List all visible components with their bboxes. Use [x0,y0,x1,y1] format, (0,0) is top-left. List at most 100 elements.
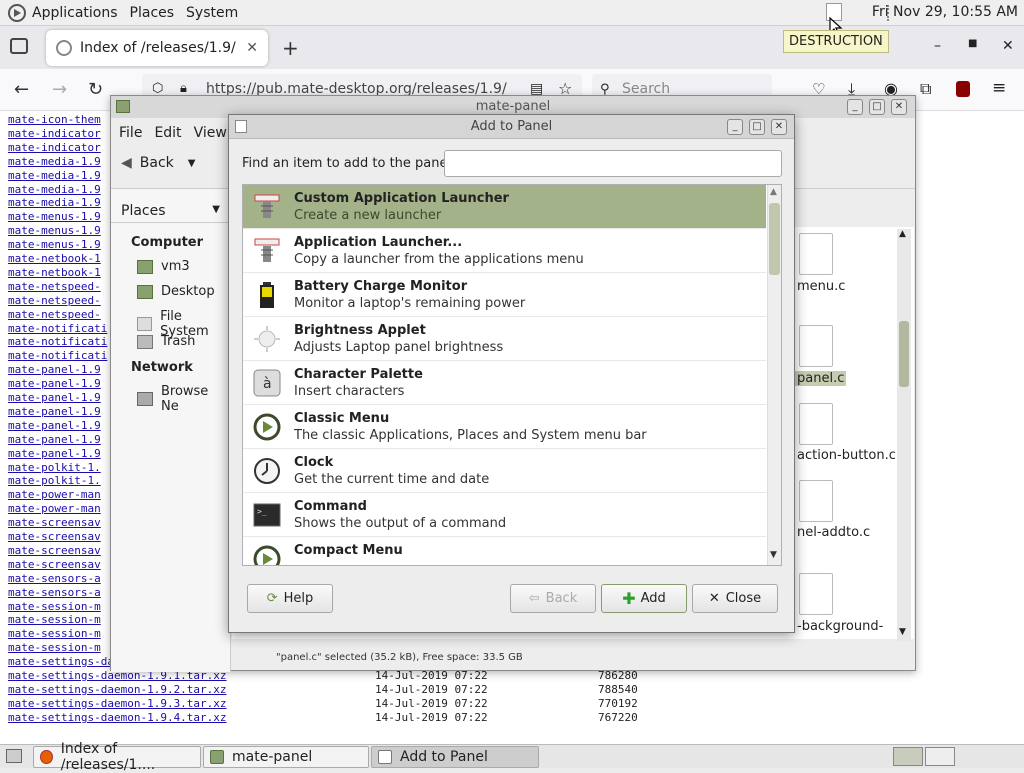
listing-link[interactable]: mate-session-m [8,600,101,613]
listing-link[interactable]: mate-panel-1.9 [8,405,101,418]
listing-link[interactable]: mate-panel-1.9 [8,419,101,432]
listing-link[interactable]: mate-menus-1.9 [8,238,101,251]
minimize-icon[interactable]: – [934,38,941,54]
listing-link[interactable]: mate-session-m [8,641,101,654]
listing-link[interactable]: mate-panel-1.9 [8,363,101,376]
close-window-icon[interactable]: ✕ [1002,38,1014,54]
file-name[interactable]: -background- [797,619,883,634]
menu-file[interactable]: File [119,125,142,141]
listing-link[interactable]: mate-media-1.9 [8,183,101,196]
forward-arrow-icon[interactable]: → [52,79,67,100]
listing-link[interactable]: mate-polkit-1. [8,474,101,487]
sidebar-selector[interactable]: Places ▼ [111,197,230,223]
applet-list-item[interactable]: Application Launcher... Copy a launcher f… [243,229,766,273]
clock[interactable]: Fri Nov 29, 10:55 AM [872,4,1018,20]
listing-link[interactable]: mate-settings-daemon-1.9.4.tar.xz [8,711,227,724]
dialog-minimize-icon[interactable]: _ [727,119,743,135]
listing-link[interactable]: mate-session-m [8,613,101,626]
help-button[interactable]: ⟳ Help [247,584,333,613]
listing-link[interactable]: mate-screensav [8,530,101,543]
listing-link[interactable]: mate-netspeed- [8,280,101,293]
shield-icon[interactable]: ⬡ [152,81,163,96]
scroll-up-icon[interactable]: ▲ [770,187,777,197]
task-browser[interactable]: Index of /releases/1.... [33,741,201,773]
menu-edit[interactable]: Edit [154,125,181,141]
menu-view[interactable]: View [194,125,227,141]
dialog-title[interactable]: Add to Panel [229,115,794,139]
dialog-maximize-icon[interactable]: □ [749,119,765,135]
applet-list-item[interactable]: Compact Menu [243,537,766,565]
applet-list-item[interactable]: Custom Application Launcher Create a new … [243,185,766,229]
file-icon[interactable] [799,573,833,615]
sidebar-item-desktop[interactable]: Desktop [137,284,215,299]
listing-link[interactable]: mate-power-man [8,488,101,501]
add-button[interactable]: ✚ Add [601,584,687,613]
file-name[interactable]: nel-addto.c [797,525,870,540]
ublock-icon[interactable] [956,81,970,97]
tab-overview-icon[interactable] [10,38,28,54]
listing-link[interactable]: mate-icon-them [8,113,101,126]
caja-scrollbar[interactable]: ▲ ▼ [897,229,911,641]
lock-icon[interactable]: 🔒︎ [180,81,187,96]
listing-link[interactable]: mate-sensors-a [8,586,101,599]
sidebar-item-trash[interactable]: Trash [137,334,195,349]
caja-maximize-icon[interactable]: □ [869,99,885,115]
file-icon[interactable] [799,233,833,275]
menu-system[interactable]: System [186,5,246,21]
listing-link[interactable]: mate-session-m [8,627,101,640]
task-file-manager[interactable]: mate-panel [203,746,369,768]
listing-link[interactable]: mate-media-1.9 [8,169,101,182]
applet-list-item[interactable]: Classic Menu The classic Applications, Pl… [243,405,766,449]
file-name[interactable]: action-button.c [797,448,896,463]
scroll-thumb[interactable] [769,203,780,275]
file-name-selected[interactable]: panel.c [795,371,847,386]
listing-link[interactable]: mate-panel-1.9 [8,447,101,460]
hamburger-menu-icon[interactable]: ≡ [992,78,1006,98]
back-button[interactable]: ⇦ Back [510,584,596,613]
listing-link[interactable]: mate-netbook-1 [8,266,101,279]
workspace-switcher[interactable] [893,747,923,766]
dialog-close-icon[interactable]: ✕ [771,119,787,135]
listing-link[interactable]: mate-panel-1.9 [8,377,101,390]
listing-link[interactable]: mate-media-1.9 [8,196,101,209]
listing-link[interactable]: mate-settings-daemon-1.9.3.tar.xz [8,697,227,710]
sidebar-item-vm3[interactable]: vm3 [137,259,190,274]
menu-applications[interactable]: Applications [32,5,126,21]
applet-list-item[interactable]: >_ Command Shows the output of a command [243,493,766,537]
caja-minimize-icon[interactable]: _ [847,99,863,115]
listing-link[interactable]: mate-menus-1.9 [8,210,101,223]
show-desktop-icon[interactable] [6,749,22,763]
caja-close-icon[interactable]: ✕ [891,99,907,115]
close-button[interactable]: ✕ Close [692,584,778,613]
task-add-to-panel[interactable]: Add to Panel [371,746,539,768]
listing-link[interactable]: mate-notificati [8,322,107,335]
listing-link[interactable]: mate-polkit-1. [8,461,101,474]
scroll-up-icon[interactable]: ▲ [899,229,906,239]
listing-link[interactable]: mate-sensors-a [8,572,101,585]
listing-link[interactable]: mate-panel-1.9 [8,433,101,446]
applet-list-item[interactable]: Brightness Applet Adjusts Laptop panel br… [243,317,766,361]
scroll-down-icon[interactable]: ▼ [899,627,906,637]
listing-link[interactable]: mate-settings-daemon-1.9.2.tar.xz [8,683,227,696]
scroll-down-icon[interactable]: ▼ [770,550,777,560]
listing-link[interactable]: mate-panel-1.9 [8,391,101,404]
back-arrow-icon[interactable]: ← [14,79,29,100]
file-icon[interactable] [799,403,833,445]
listing-link[interactable]: mate-netbook-1 [8,252,101,265]
find-input[interactable] [444,150,782,177]
menu-places[interactable]: Places [130,5,183,21]
close-tab-icon[interactable]: ✕ [246,40,258,56]
listing-link[interactable]: mate-screensav [8,558,101,571]
new-tab-icon[interactable]: + [282,36,299,60]
listing-link[interactable]: mate-indicator [8,141,101,154]
listing-link[interactable]: mate-netspeed- [8,294,101,307]
file-icon[interactable] [799,325,833,367]
maximize-icon[interactable]: ■ [968,38,977,49]
listing-link[interactable]: mate-netspeed- [8,308,101,321]
listing-link[interactable]: mate-media-1.9 [8,155,101,168]
extensions-icon[interactable]: ⧉ [920,79,931,99]
caja-back-button[interactable]: ◀ Back ▼ [121,155,195,171]
reload-icon[interactable]: ↻ [88,79,103,100]
file-icon[interactable] [799,480,833,522]
scroll-thumb[interactable] [899,321,909,387]
